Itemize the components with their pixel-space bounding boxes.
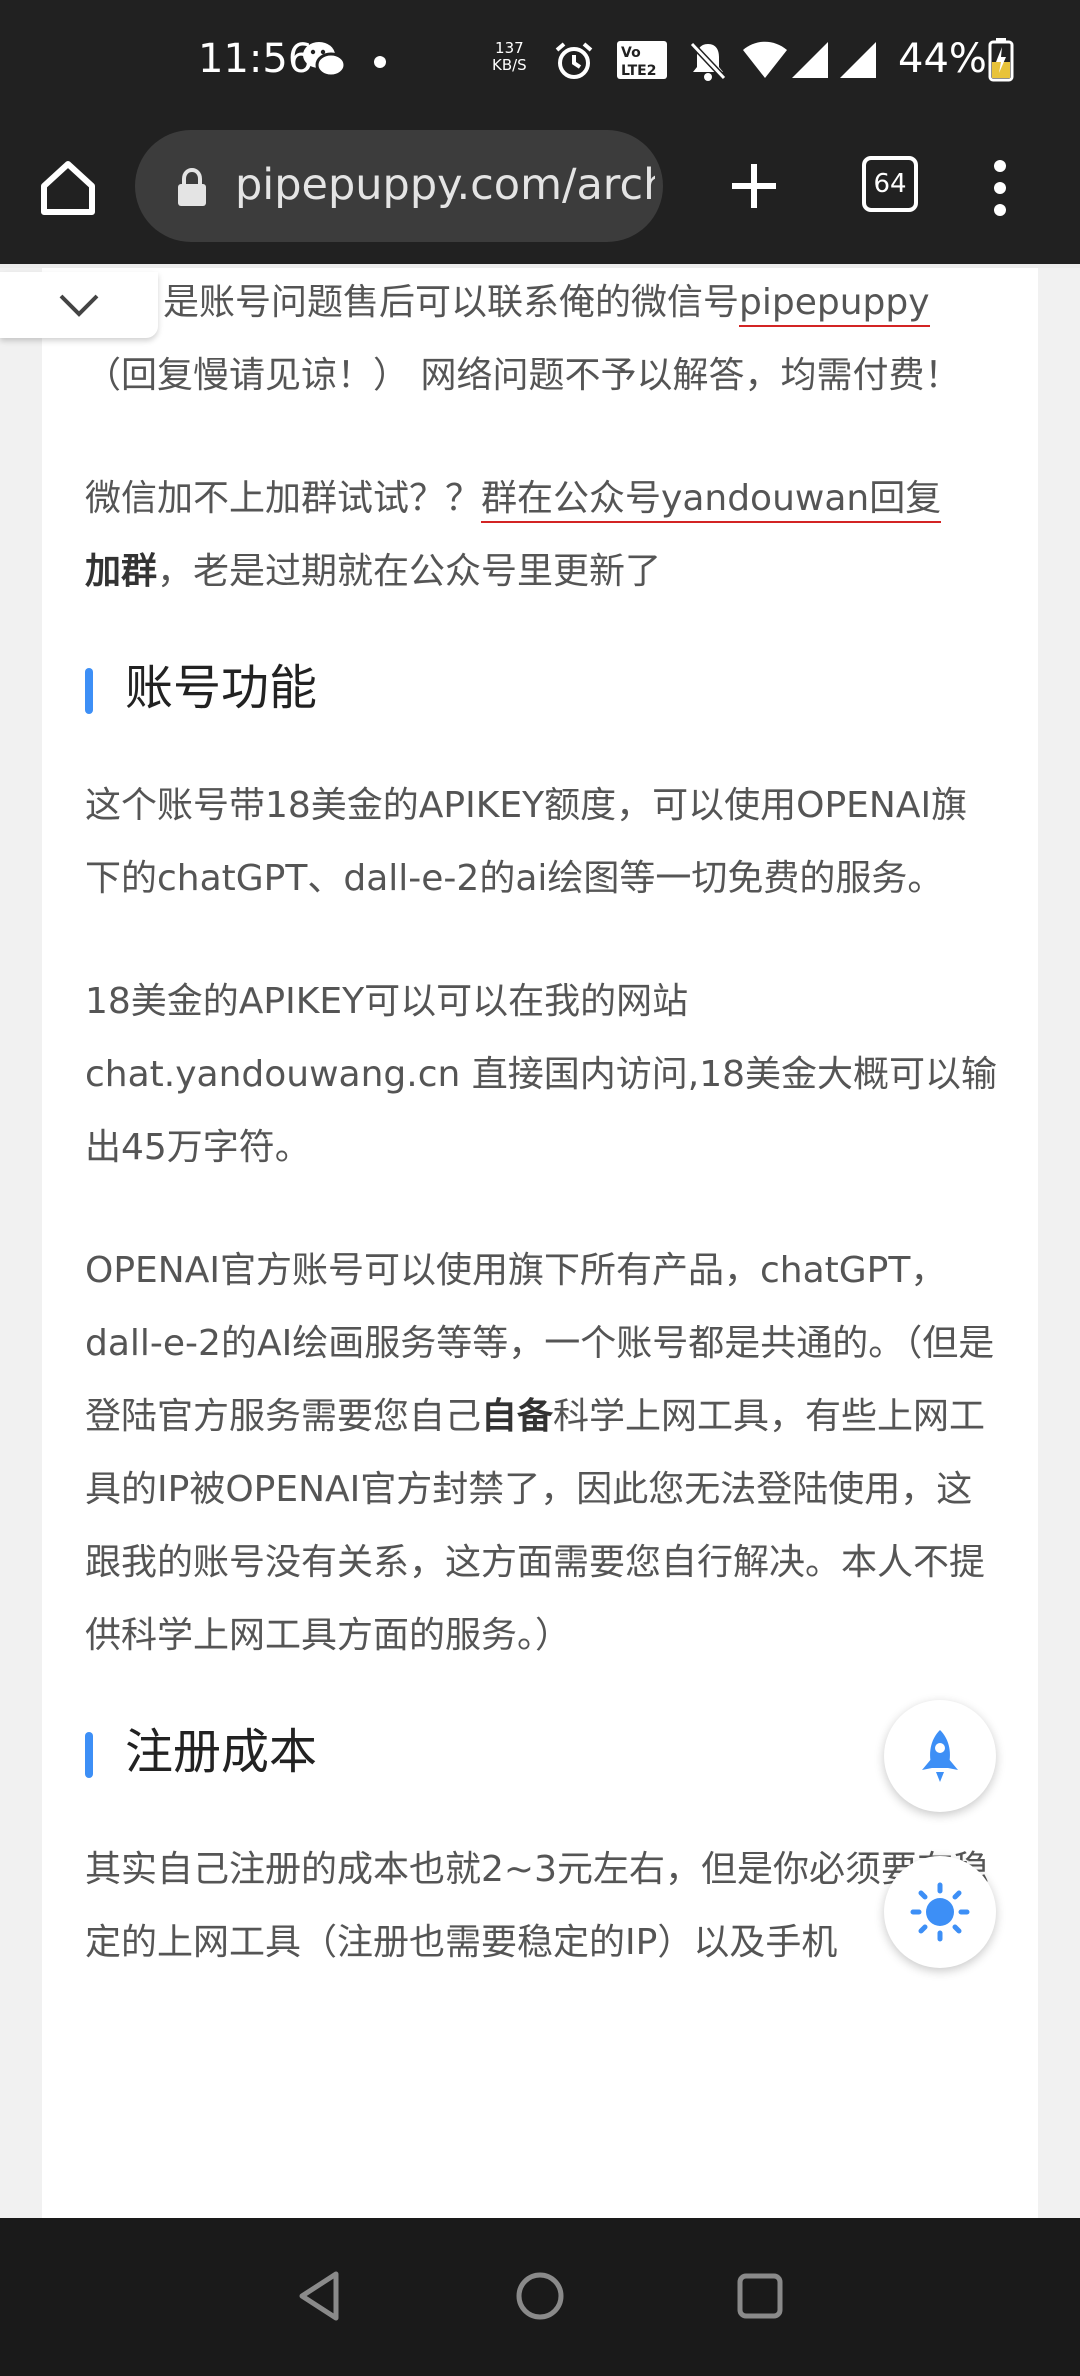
heading-bar [85, 1732, 93, 1778]
group-rest: ，老是过期就在公众号里更新了 [157, 551, 662, 592]
paragraph-contact: 是账号问题售后可以联系俺的微信号pipepuppy （回复慢请见谅！） 网络问题… [85, 266, 1000, 412]
paragraph-features: 这个账号带18美金的APIKEY额度，可以使用OPENAI旗下的chatGPT、… [85, 785, 968, 899]
alarm-icon [553, 40, 595, 86]
battery-percent: 44% [898, 36, 987, 82]
net-speed-unit: KB/S [492, 56, 527, 74]
chevron-down-icon [59, 294, 99, 317]
signal-icon [790, 40, 830, 84]
plus-icon[interactable] [724, 156, 784, 216]
volte-icon: Vo LTE2 [616, 40, 668, 84]
heading-cost-text: 注册成本 [125, 1724, 318, 1780]
heading-bar [85, 668, 93, 714]
mute-icon [688, 40, 728, 86]
heading-cost: 注册成本 [85, 1716, 1000, 1789]
wechat-icon [302, 40, 347, 84]
paragraph-official: OPENAI官方账号可以使用旗下所有产品，chatGPT，dall-e-2的AI… [85, 1234, 1000, 1672]
battery-charging-icon [988, 38, 1014, 86]
sun-icon [910, 1882, 970, 1942]
contact-line: 是账号问题售后可以联系俺的微信号 [163, 282, 740, 323]
status-time: 11:56 [198, 36, 314, 82]
article-body: 是账号问题售后可以联系俺的微信号pipepuppy （回复慢请见谅！） 网络问题… [85, 266, 1000, 1979]
browser-toolbar: pipepuppy.com/archives 64 [0, 126, 1080, 264]
lock-icon[interactable] [175, 167, 209, 212]
paragraph-cost: 其实自己注册的成本也就2~3元左右，但是你必须要有稳定的上网工具（注册也需要稳定… [85, 1849, 989, 1963]
collapse-button[interactable] [0, 272, 158, 338]
heading-features: 账号功能 [85, 652, 1000, 725]
system-nav-bar [0, 2218, 1080, 2376]
group-prefix: 微信加不上加群试试？？ [85, 478, 482, 519]
heading-features-text: 账号功能 [125, 660, 318, 716]
notification-dot-icon [374, 56, 386, 68]
paragraph-group: 微信加不上加群试试？？群在公众号yandouwan回复 加群，老是过期就在公众号… [85, 462, 1000, 608]
signal-icon [838, 40, 878, 84]
rocket-icon [922, 1730, 958, 1782]
net-speed: 137 KB/S [492, 40, 527, 74]
home-icon[interactable] [36, 156, 100, 220]
wifi-icon [742, 40, 788, 84]
net-speed-value: 137 [495, 39, 524, 57]
url-text[interactable]: pipepuppy.com/archives [235, 160, 655, 210]
official-bold: 自备 [481, 1396, 554, 1437]
paragraph-apikey: 18美金的APIKEY可以可以在我的网站chat.yandouwang.cn 直… [85, 981, 998, 1168]
status-bar: 11:56 137 KB/S Vo LTE2 44% [0, 0, 1080, 126]
svg-text:LTE2: LTE2 [621, 63, 656, 79]
contact-note: （回复慢请见谅！） 网络问题不予以解答，均需付费！ [85, 355, 961, 396]
tabs-icon[interactable]: 64 [862, 156, 918, 212]
group-link[interactable]: 群在公众号yandouwan回复 [481, 478, 942, 523]
recents-square-icon[interactable] [736, 2270, 784, 2326]
scroll-top-button[interactable] [884, 1700, 996, 1812]
url-bar[interactable]: pipepuppy.com/archives [135, 130, 663, 242]
group-bold: 加群 [85, 551, 158, 592]
wechat-id: pipepuppy [739, 282, 930, 327]
theme-toggle-button[interactable] [884, 1856, 996, 1968]
svg-text:Vo: Vo [621, 45, 641, 61]
more-vert-icon[interactable] [990, 156, 1010, 220]
back-triangle-icon[interactable] [296, 2270, 344, 2326]
home-circle-icon[interactable] [514, 2270, 566, 2326]
